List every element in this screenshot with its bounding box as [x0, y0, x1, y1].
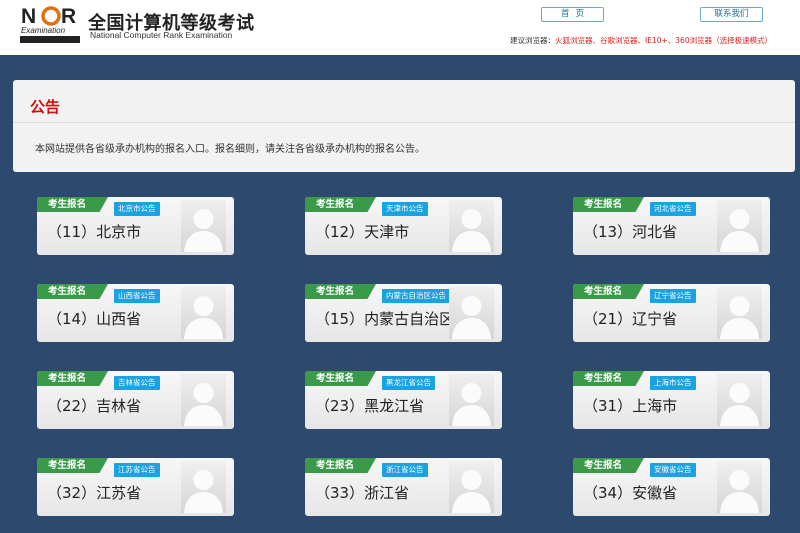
register-tag: 考生报名	[573, 458, 644, 473]
province-name: （21）辽宁省	[583, 310, 678, 328]
province-card[interactable]: 考生报名 江苏省公告 （32）江苏省	[37, 458, 234, 516]
avatar-placeholder-icon	[717, 200, 762, 252]
province-card[interactable]: 考生报名 上海市公告 （31）上海市	[573, 371, 770, 429]
avatar-placeholder-icon	[717, 374, 762, 426]
province-name: （14）山西省	[47, 310, 142, 328]
province-card[interactable]: 考生报名 天津市公告 （12）天津市	[305, 197, 502, 255]
register-tag: 考生报名	[573, 284, 644, 299]
province-card-grid: 考生报名 北京市公告 （11）北京市 考生报名 天津市公告 （12）天津市 考生报名 河北省公…	[0, 0, 800, 533]
province-card[interactable]: 考生报名 安徽省公告 （34）安徽省	[573, 458, 770, 516]
avatar-placeholder-icon	[181, 287, 226, 339]
register-tag: 考生报名	[573, 371, 644, 386]
province-name: （23）黑龙江省	[315, 397, 425, 415]
province-name: （12）天津市	[315, 223, 410, 241]
register-tag: 考生报名	[37, 371, 108, 386]
province-card[interactable]: 考生报名 黑龙江省公告 （23）黑龙江省	[305, 371, 502, 429]
province-name: （13）河北省	[583, 223, 678, 241]
avatar-placeholder-icon	[181, 461, 226, 513]
province-notice-link[interactable]: 吉林省公告	[114, 376, 160, 390]
province-name: （31）上海市	[583, 397, 678, 415]
province-name: （15）内蒙古自治区	[315, 310, 455, 328]
province-name: （33）浙江省	[315, 484, 410, 502]
register-tag: 考生报名	[305, 197, 376, 212]
register-tag: 考生报名	[305, 371, 376, 386]
avatar-placeholder-icon	[717, 461, 762, 513]
avatar-placeholder-icon	[449, 200, 494, 252]
province-name: （22）吉林省	[47, 397, 142, 415]
province-notice-link[interactable]: 山西省公告	[114, 289, 160, 303]
avatar-placeholder-icon	[181, 374, 226, 426]
province-card[interactable]: 考生报名 北京市公告 （11）北京市	[37, 197, 234, 255]
province-notice-link[interactable]: 河北省公告	[650, 202, 696, 216]
province-notice-link[interactable]: 安徽省公告	[650, 463, 696, 477]
register-tag: 考生报名	[305, 458, 376, 473]
province-name: （32）江苏省	[47, 484, 142, 502]
province-notice-link[interactable]: 辽宁省公告	[650, 289, 696, 303]
avatar-placeholder-icon	[449, 461, 494, 513]
register-tag: 考生报名	[305, 284, 376, 299]
province-notice-link[interactable]: 内蒙古自治区公告	[382, 289, 450, 303]
province-notice-link[interactable]: 黑龙江省公告	[382, 376, 435, 390]
avatar-placeholder-icon	[449, 374, 494, 426]
province-card[interactable]: 考生报名 内蒙古自治区公告 （15）内蒙古自治区	[305, 284, 502, 342]
province-name: （11）北京市	[47, 223, 142, 241]
province-card[interactable]: 考生报名 浙江省公告 （33）浙江省	[305, 458, 502, 516]
province-card[interactable]: 考生报名 吉林省公告 （22）吉林省	[37, 371, 234, 429]
avatar-placeholder-icon	[449, 287, 494, 339]
province-notice-link[interactable]: 浙江省公告	[382, 463, 428, 477]
province-card[interactable]: 考生报名 山西省公告 （14）山西省	[37, 284, 234, 342]
avatar-placeholder-icon	[181, 200, 226, 252]
register-tag: 考生报名	[573, 197, 644, 212]
province-notice-link[interactable]: 北京市公告	[114, 202, 160, 216]
avatar-placeholder-icon	[717, 287, 762, 339]
register-tag: 考生报名	[37, 458, 108, 473]
register-tag: 考生报名	[37, 284, 108, 299]
province-card[interactable]: 考生报名 河北省公告 （13）河北省	[573, 197, 770, 255]
province-name: （34）安徽省	[583, 484, 678, 502]
register-tag: 考生报名	[37, 197, 108, 212]
province-notice-link[interactable]: 上海市公告	[650, 376, 696, 390]
province-notice-link[interactable]: 天津市公告	[382, 202, 428, 216]
province-notice-link[interactable]: 江苏省公告	[114, 463, 160, 477]
province-card[interactable]: 考生报名 辽宁省公告 （21）辽宁省	[573, 284, 770, 342]
